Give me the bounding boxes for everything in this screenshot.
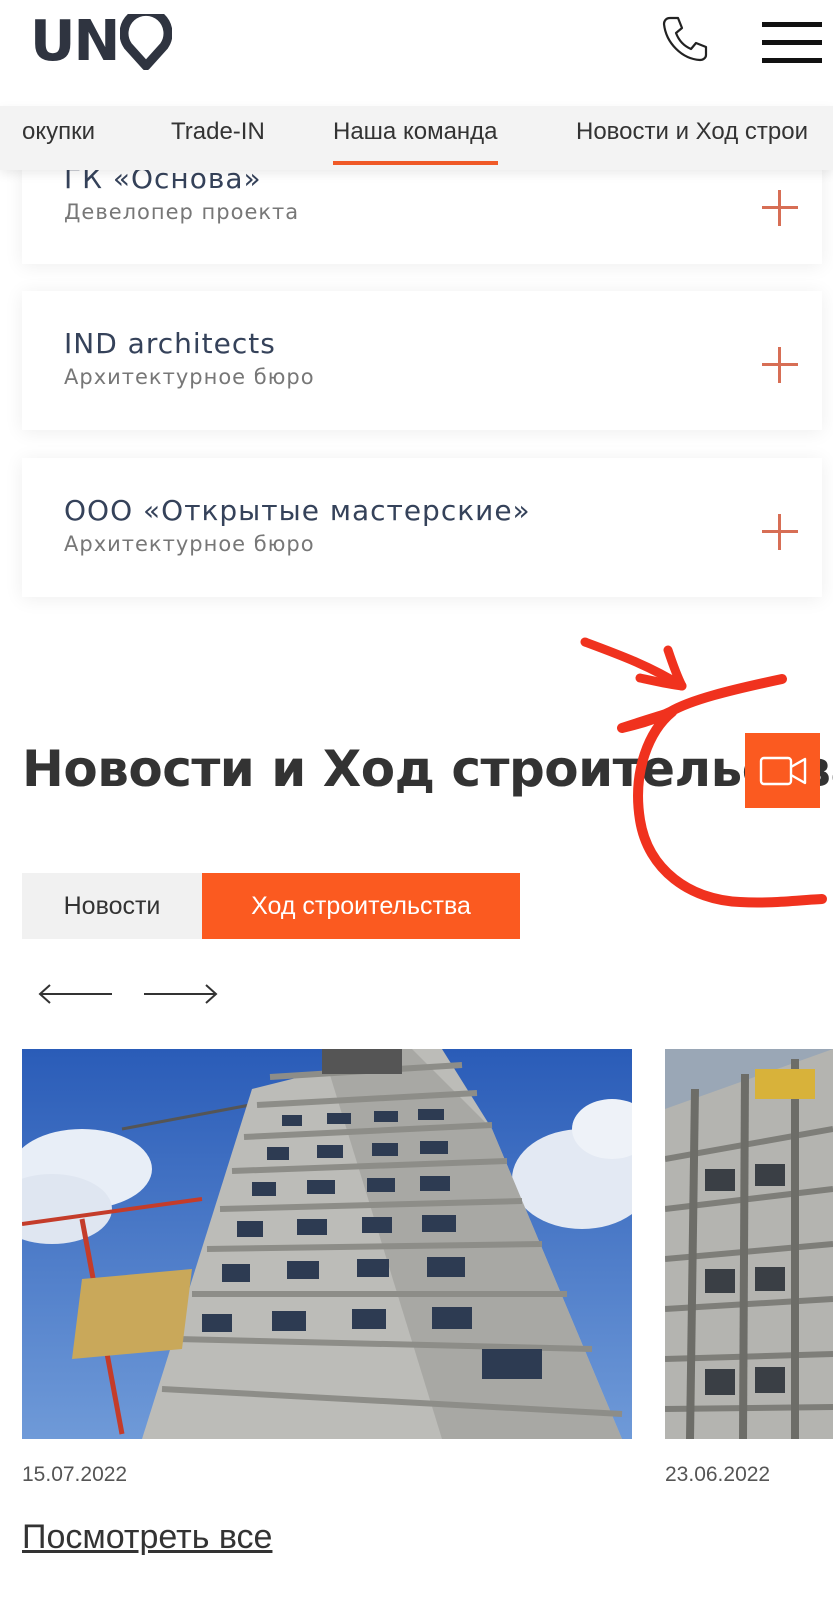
team-card-role: Девелопер проекта — [64, 200, 300, 224]
news-date: 15.07.2022 — [22, 1463, 128, 1486]
expand-plus-icon[interactable] — [762, 347, 798, 383]
video-button[interactable] — [745, 733, 820, 808]
tab-news[interactable]: Новости и Ход строи — [576, 118, 808, 146]
menu-line — [762, 40, 822, 45]
logo-pin-icon — [120, 14, 173, 70]
expand-plus-icon[interactable] — [762, 514, 798, 550]
tab-our-team[interactable]: Наша команда — [333, 118, 498, 165]
phone-icon[interactable] — [660, 14, 710, 64]
menu-line — [762, 58, 822, 63]
team-card-name: IND architects — [64, 327, 276, 360]
video-camera-icon — [759, 756, 806, 785]
tab-trade-in[interactable]: Trade-IN — [171, 118, 265, 146]
hamburger-menu-icon[interactable] — [762, 22, 822, 63]
expand-plus-icon[interactable] — [762, 190, 798, 226]
tab-purchase[interactable]: окупки — [22, 118, 95, 146]
section-title: Новости и Ход строительства — [22, 740, 833, 798]
team-card[interactable]: IND architects Архитектурное бюро — [22, 291, 822, 430]
building-illustration — [22, 1049, 632, 1439]
team-card-role: Архитектурное бюро — [64, 365, 315, 389]
team-card[interactable]: ООО «Открытые мастерские» Архитектурное … — [22, 458, 822, 597]
team-card-role: Архитектурное бюро — [64, 532, 315, 556]
logo[interactable]: UN — [30, 9, 173, 74]
construction-toggle-button[interactable]: Ход строительства — [202, 873, 520, 939]
site-header: UN — [0, 0, 833, 106]
building-illustration — [665, 1049, 833, 1439]
construction-photo[interactable] — [22, 1049, 632, 1439]
team-card-name: ООО «Открытые мастерские» — [64, 494, 531, 527]
menu-line — [762, 22, 822, 27]
view-all-link[interactable]: Посмотреть все — [22, 1518, 272, 1557]
arrow-left-icon[interactable] — [38, 982, 114, 1006]
logo-text: UN — [30, 9, 120, 74]
news-date: 23.06.2022 — [665, 1463, 771, 1486]
construction-photo[interactable] — [665, 1049, 833, 1439]
news-type-switch: Новости Ход строительства — [22, 873, 520, 939]
section-tabs: окупки Trade-IN Наша команда Новости и Х… — [0, 106, 833, 170]
arrow-right-icon[interactable] — [142, 982, 218, 1006]
news-toggle-button[interactable]: Новости — [22, 873, 202, 939]
